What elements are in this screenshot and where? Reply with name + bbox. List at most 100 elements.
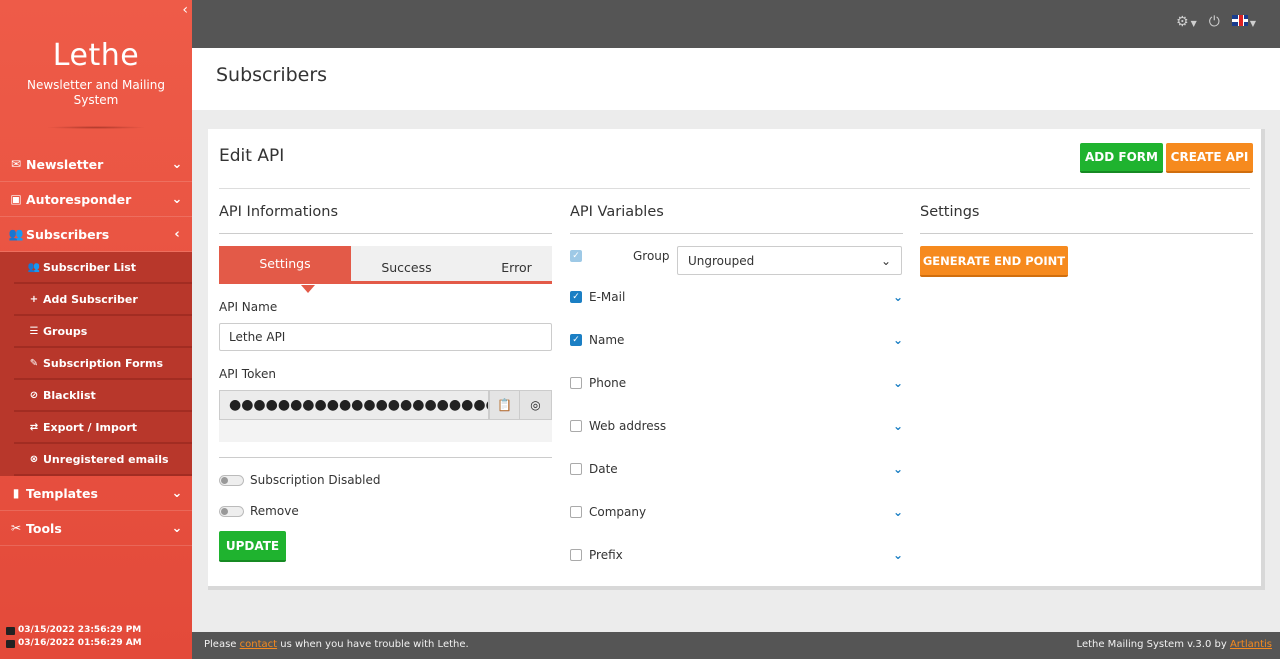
date-checkbox[interactable]	[570, 463, 582, 475]
footer-text: us when you have trouble with Lethe.	[280, 639, 469, 650]
web-address-checkbox[interactable]	[570, 420, 582, 432]
divider	[219, 457, 552, 458]
edit-icon: ✎	[29, 357, 39, 369]
sidebar-item-tools[interactable]: ✂ Tools ⌄	[0, 511, 192, 546]
subscription-disabled-row: Subscription Disabled	[219, 473, 381, 487]
eye-slash-icon: ◎	[530, 398, 541, 412]
edit-api-panel: Edit API ADD FORM CREATE API API Informa…	[208, 129, 1265, 590]
sidebar-item-label: Subscribers	[26, 226, 110, 242]
variable-row-name: ✓ Name ⌄	[570, 333, 905, 347]
phone-checkbox[interactable]	[570, 377, 582, 389]
sidebar-item-label: Autoresponder	[26, 191, 132, 207]
chevron-down-icon: ⌄	[171, 156, 183, 172]
divider	[219, 233, 552, 234]
sidebar-subitem-unregistered-emails[interactable]: ⊗ Unregistered emails	[14, 444, 192, 476]
sidebar-subitem-label: Export / Import	[43, 420, 138, 434]
email-checkbox[interactable]: ✓	[570, 291, 582, 303]
variable-label: Phone	[589, 376, 627, 390]
sidebar-item-subscribers[interactable]: 👥 Subscribers ‹	[0, 217, 192, 252]
server-dates: 03/15/2022 23:56:29 PM 03/16/2022 01:56:…	[6, 624, 142, 650]
tab-success[interactable]: Success	[364, 250, 449, 285]
settings-title: Settings	[920, 204, 980, 220]
variable-row-prefix: Prefix ⌄	[570, 548, 905, 562]
brand-subtitle: Newsletter and Mailing System	[26, 78, 165, 107]
list-icon: ☰	[29, 325, 39, 337]
api-token-label: API Token	[219, 367, 276, 381]
server-icon	[6, 626, 15, 635]
sidebar-nav: ✉ Newsletter ⌄ ▣ Autoresponder ⌄ 👥 Subsc…	[0, 147, 192, 546]
chevron-down-icon[interactable]: ⌄	[893, 505, 903, 519]
add-form-button[interactable]: ADD FORM	[1080, 143, 1163, 173]
sidebar-subitem-label: Add Subscriber	[43, 292, 138, 306]
sidebar-subitem-subscriber-list[interactable]: 👥 Subscriber List	[14, 252, 192, 284]
sidebar-item-newsletter[interactable]: ✉ Newsletter ⌄	[0, 147, 192, 182]
divider	[219, 188, 1250, 189]
users-icon: 👥	[8, 227, 24, 241]
name-checkbox[interactable]: ✓	[570, 334, 582, 346]
sidebar-subitem-label: Subscription Forms	[43, 356, 164, 370]
sidebar-item-autoresponder[interactable]: ▣ Autoresponder ⌄	[0, 182, 192, 217]
page-title: Subscribers	[216, 64, 328, 86]
contact-link[interactable]: contact	[240, 639, 277, 650]
tools-icon: ✂	[10, 521, 22, 535]
api-token-input[interactable]: ●●●●●●●●●●●●●●●●●●●●●●●●●●●●●●●●	[219, 390, 489, 420]
api-name-label: API Name	[219, 300, 278, 314]
collapse-sidebar-icon[interactable]: ‹	[182, 2, 188, 18]
chevron-down-icon[interactable]: ⌄	[893, 419, 903, 433]
chevron-down-icon[interactable]: ⌄	[893, 290, 903, 304]
robot-icon: ▣	[10, 192, 22, 206]
artlantis-link[interactable]: Artlantis	[1230, 639, 1272, 650]
chevron-down-icon[interactable]: ⌄	[893, 462, 903, 476]
sidebar-subitem-export-import[interactable]: ⇄ Export / Import	[14, 412, 192, 444]
remove-toggle[interactable]	[219, 505, 244, 517]
page-header: Subscribers	[192, 48, 1280, 110]
api-informations-title: API Informations	[219, 204, 339, 220]
language-menu[interactable]: ▼	[1231, 14, 1256, 30]
sidebar-subitem-add-subscriber[interactable]: + Add Subscriber	[14, 284, 192, 316]
sidebar-subitem-blacklist[interactable]: ⊘ Blacklist	[14, 380, 192, 412]
chevron-down-icon[interactable]: ⌄	[893, 376, 903, 390]
envelope-icon: ✉	[10, 157, 22, 171]
chevron-left-icon: ‹	[174, 226, 180, 242]
caret-down-icon: ▼	[1249, 19, 1256, 28]
brand-title: Lethe	[52, 38, 140, 73]
company-checkbox[interactable]	[570, 506, 582, 518]
update-button[interactable]: UPDATE	[219, 531, 286, 562]
chevron-down-icon[interactable]: ⌄	[893, 548, 903, 562]
variable-label: Name	[589, 333, 625, 347]
footer-left: Please contact us when you have trouble …	[204, 639, 469, 650]
remove-row: Remove	[219, 504, 299, 518]
api-variables-title: API Variables	[570, 204, 664, 220]
variable-row-date: Date ⌄	[570, 462, 905, 476]
toggle-token-visibility-button[interactable]: ◎	[519, 390, 552, 420]
power-icon[interactable]: ⏻	[1209, 14, 1220, 30]
variable-row-company: Company ⌄	[570, 505, 905, 519]
exchange-icon: ⇄	[29, 421, 39, 433]
sidebar-item-templates[interactable]: ▮ Templates ⌄	[0, 476, 192, 511]
sidebar-item-label: Newsletter	[26, 156, 104, 172]
group-label: Group	[633, 249, 670, 263]
sidebar-subitem-groups[interactable]: ☰ Groups	[14, 316, 192, 348]
prefix-checkbox[interactable]	[570, 549, 582, 561]
group-select[interactable]: Ungrouped ⌄	[677, 246, 902, 275]
subscription-disabled-label: Subscription Disabled	[250, 473, 381, 487]
chevron-down-icon[interactable]: ⌄	[893, 333, 903, 347]
tab-error[interactable]: Error	[469, 250, 564, 285]
api-token-group: ●●●●●●●●●●●●●●●●●●●●●●●●●●●●●●●● 📋 ◎	[219, 390, 552, 442]
paint-roller-icon: ▮	[12, 486, 20, 500]
variable-label: Prefix	[589, 548, 623, 562]
settings-menu[interactable]: ⚙ ▼	[1176, 14, 1197, 30]
tab-settings[interactable]: Settings	[219, 246, 351, 293]
group-row: ✓ Group	[570, 249, 680, 263]
variable-row-email: ✓ E-Mail ⌄	[570, 290, 905, 304]
subscription-disabled-toggle[interactable]	[219, 474, 244, 486]
variable-row-phone: Phone ⌄	[570, 376, 905, 390]
sidebar-subitem-subscription-forms[interactable]: ✎ Subscription Forms	[14, 348, 192, 380]
api-name-input[interactable]	[219, 323, 552, 351]
group-checkbox[interactable]: ✓	[570, 250, 582, 262]
sidebar-item-label: Templates	[26, 485, 98, 501]
footer-right: Lethe Mailing System v.3.0 by Artlantis	[1077, 639, 1272, 650]
copy-token-button[interactable]: 📋	[489, 390, 520, 420]
create-api-button[interactable]: CREATE API	[1166, 143, 1253, 173]
generate-end-point-button[interactable]: GENERATE END POINT	[920, 246, 1068, 277]
